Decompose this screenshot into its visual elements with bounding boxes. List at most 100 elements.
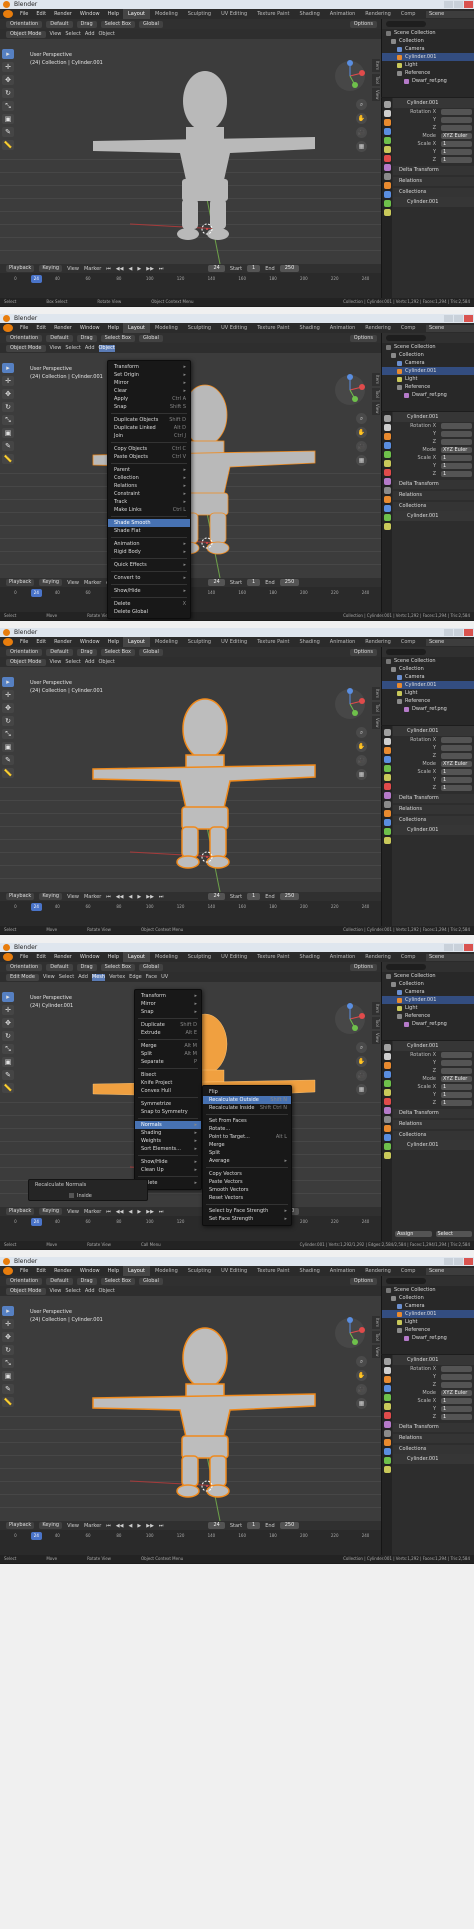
collections-section[interactable]: Collections <box>393 188 474 197</box>
close-icon[interactable] <box>464 1 473 8</box>
properties-tab-icon[interactable] <box>383 819 391 826</box>
transform-row-value[interactable]: XYZ Euler <box>441 1390 472 1396</box>
delta-transform-section[interactable]: Delta Transform <box>393 1109 474 1118</box>
properties-tab-icon[interactable] <box>383 191 391 198</box>
menu-item-transform[interactable]: Transform ▸ <box>108 363 190 371</box>
outliner-row-cylinder-001[interactable]: Cylinder.001 <box>382 53 474 61</box>
collections-section[interactable]: Collections <box>393 1445 474 1454</box>
object-data-name-field[interactable]: Cylinder.001 <box>393 1140 474 1150</box>
properties-tab-icon[interactable] <box>383 1466 391 1473</box>
properties-tab-icon[interactable] <box>383 810 391 817</box>
transform-global-dropdown[interactable]: Global <box>138 334 163 342</box>
start-frame-field[interactable]: 1 <box>247 893 261 900</box>
playback-control-icon[interactable]: ◀◀ <box>116 1523 124 1529</box>
menu-edit[interactable]: Edit <box>32 9 50 19</box>
menu-view[interactable]: View <box>50 659 62 666</box>
orientation-default-dropdown[interactable]: Default <box>46 963 73 971</box>
outliner-row-dwarf-ref-png[interactable]: Dwarf_ref.png <box>382 705 474 713</box>
timeline-marker-menu[interactable]: Marker <box>84 266 101 272</box>
transform-row-value[interactable] <box>441 1382 472 1388</box>
3d-viewport[interactable]: ▸ ✛ ✥ ↻ ⤡ ▣ ✎ 📏 User Perspective (24) Collection … <box>0 667 381 892</box>
playback-control-icon[interactable]: ⏮ <box>106 894 111 900</box>
menu-item-delete-global[interactable]: Delete Global <box>108 608 190 616</box>
menu-item-reset-vectors[interactable]: Reset Vectors <box>203 1194 291 1202</box>
timeline-marker-menu[interactable]: Marker <box>84 894 101 900</box>
playback-control-icon[interactable]: ⏮ <box>106 266 111 272</box>
menu-select[interactable]: Select <box>65 659 80 666</box>
properties-tab-icon[interactable] <box>383 496 391 503</box>
transform-row-value[interactable] <box>441 753 472 759</box>
outliner-row-cylinder-001[interactable]: Cylinder.001 <box>382 1310 474 1318</box>
playback-control-icon[interactable]: ◀◀ <box>116 1209 124 1215</box>
workspace-tab-modeling[interactable]: Modeling <box>150 9 183 19</box>
object-data-name-field[interactable]: Cylinder.001 <box>393 511 474 521</box>
current-frame-field[interactable]: 24 <box>208 579 225 586</box>
menu-window[interactable]: Window <box>76 323 104 333</box>
transform-row-value[interactable] <box>441 1068 472 1074</box>
properties-tab-icon[interactable] <box>383 765 391 772</box>
playback-control-icon[interactable]: ◀ <box>129 266 133 272</box>
object-name-field[interactable]: Cylinder.001 <box>393 98 474 108</box>
transform-row-value[interactable]: 1 <box>441 785 472 791</box>
properties-tab-icon[interactable] <box>383 523 391 530</box>
playback-control-icon[interactable]: ▶▶ <box>146 894 154 900</box>
workspace-tab-comp[interactable]: Comp <box>396 9 421 19</box>
playback-control-icon[interactable]: ⏭ <box>159 1523 164 1529</box>
playback-control-icon[interactable]: ▶ <box>137 266 141 272</box>
properties-tab-icon[interactable] <box>383 200 391 207</box>
menu-item-extrude[interactable]: Extrude Alt E <box>135 1029 201 1037</box>
outliner-row-reference[interactable]: Reference <box>382 1326 474 1334</box>
object-name-field[interactable]: Cylinder.001 <box>393 1041 474 1051</box>
transform-row-value[interactable]: XYZ Euler <box>441 447 472 453</box>
properties-tab-icon[interactable] <box>383 1134 391 1141</box>
menu-item-flip[interactable]: Flip <box>203 1088 291 1096</box>
outliner-row-scene-collection[interactable]: Scene Collection <box>382 972 474 980</box>
outliner-search-input[interactable] <box>386 335 426 341</box>
outliner-row-camera[interactable]: Camera <box>382 45 474 53</box>
outliner-row-reference[interactable]: Reference <box>382 69 474 77</box>
object-data-name-field[interactable]: Cylinder.001 <box>393 1454 474 1464</box>
window-title[interactable]: Blender <box>14 315 37 322</box>
properties-tab-icon[interactable] <box>383 738 391 745</box>
options-dropdown[interactable]: Options <box>349 963 377 971</box>
menu-item-make-links[interactable]: Make Links Ctrl L <box>108 506 190 514</box>
menu-item-duplicate-objects[interactable]: Duplicate Objects Shift D <box>108 416 190 424</box>
end-frame-field[interactable]: 250 <box>279 579 300 586</box>
menu-item-merge[interactable]: Merge Alt M <box>135 1042 201 1050</box>
playback-control-icon[interactable]: ▶▶ <box>146 1523 154 1529</box>
menu-item-knife-project[interactable]: Knife Project <box>135 1079 201 1087</box>
menu-view[interactable]: View <box>50 31 62 38</box>
orientation-default-dropdown[interactable]: Default <box>46 334 73 342</box>
collections-section[interactable]: Collections <box>393 816 474 825</box>
transform-row-value[interactable] <box>441 423 472 429</box>
playback-control-icon[interactable]: ⏭ <box>159 1209 164 1215</box>
end-frame-field[interactable]: 250 <box>279 265 300 272</box>
menu-item-shading[interactable]: Shading ▸ <box>135 1129 201 1137</box>
playback-control-icon[interactable]: ▶▶ <box>146 1209 154 1215</box>
playback-control-icon[interactable]: ▶ <box>137 1209 141 1215</box>
properties-tab-icon[interactable] <box>383 478 391 485</box>
relations-section[interactable]: Relations <box>393 1120 474 1129</box>
properties-tab-icon[interactable] <box>383 424 391 431</box>
scene-selector[interactable]: Scene <box>426 324 474 332</box>
close-icon[interactable] <box>464 315 473 322</box>
properties-tab-icon[interactable] <box>383 747 391 754</box>
menu-render[interactable]: Render <box>50 952 76 962</box>
end-frame-field[interactable]: 250 <box>279 1522 300 1529</box>
delta-transform-section[interactable]: Delta Transform <box>393 794 474 803</box>
workspace-tab-rendering[interactable]: Rendering <box>360 952 396 962</box>
transform-row-value[interactable]: 1 <box>441 1092 472 1098</box>
properties-tab-icon[interactable] <box>383 1143 391 1150</box>
transform-row-value[interactable] <box>441 737 472 743</box>
menu-item-rigid-body[interactable]: Rigid Body ▸ <box>108 548 190 556</box>
keying-menu[interactable]: Keying <box>39 265 63 272</box>
menu-window[interactable]: Window <box>76 637 104 647</box>
transform-row-value[interactable]: 1 <box>441 463 472 469</box>
workspace-tab-modeling[interactable]: Modeling <box>150 1266 183 1276</box>
menu-help[interactable]: Help <box>104 637 123 647</box>
properties-tab-icon[interactable] <box>383 128 391 135</box>
inside-checkbox[interactable]: Inside <box>29 1191 147 1201</box>
playback-menu[interactable]: Playback <box>6 1208 35 1215</box>
menu-item-bisect[interactable]: Bisect <box>135 1071 201 1079</box>
playback-control-icon[interactable]: ⏮ <box>106 1209 111 1215</box>
